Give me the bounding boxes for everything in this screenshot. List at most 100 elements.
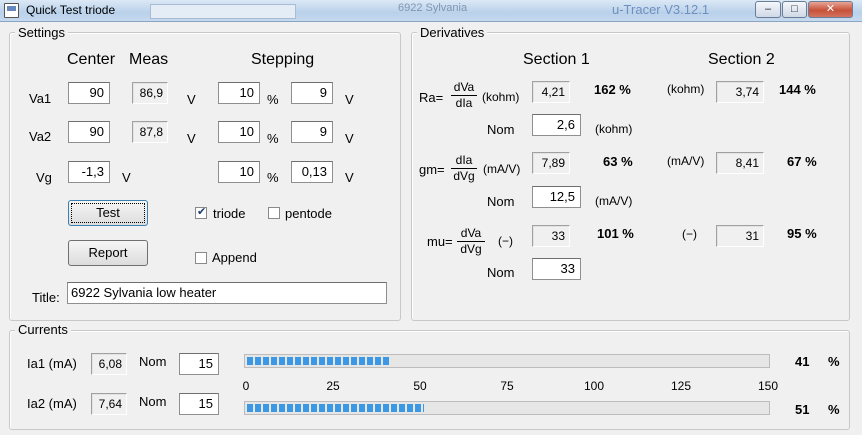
ia2-nom-input[interactable]: 15 xyxy=(179,393,219,415)
append-checkbox[interactable] xyxy=(195,252,207,264)
mu-nom-label: Nom xyxy=(487,265,515,280)
title-label: Title: xyxy=(32,290,60,305)
mu-section2-unit: (−) xyxy=(682,227,697,241)
mu-fraction: dVa dVg xyxy=(457,226,485,257)
ra-section1-readout: 4,21 xyxy=(532,81,570,103)
vg-center-unit: V xyxy=(122,170,131,185)
meas-header: Meas xyxy=(129,51,169,68)
va1-center-input[interactable]: 90 xyxy=(68,82,110,104)
ra-nom-input[interactable]: 2,6 xyxy=(532,114,581,136)
mu-denominator: dVg xyxy=(460,242,482,256)
report-button[interactable]: Report xyxy=(68,240,148,266)
settings-group-title: Settings xyxy=(15,25,68,40)
ia2-progress-bar xyxy=(244,401,770,415)
title-input[interactable]: 6922 Sylvania low heater xyxy=(67,282,387,304)
ra-section2-unit: (kohm) xyxy=(667,82,705,96)
va2-center-input[interactable]: 90 xyxy=(68,121,110,143)
gm-nom-input[interactable]: 12,5 xyxy=(532,186,581,208)
va1-meas-readout: 86,9 xyxy=(132,82,168,104)
ia1-percent: 41 xyxy=(795,354,810,369)
gm-section2-readout: 8,41 xyxy=(716,152,764,174)
gm-denominator: dVg xyxy=(453,169,475,183)
vg-percent-sign: % xyxy=(267,170,279,185)
mu-section1-readout: 33 xyxy=(532,225,570,247)
scale-tick-label: 150 xyxy=(757,379,779,393)
pentode-label: pentode xyxy=(285,206,332,221)
ia1-readout: 6,08 xyxy=(91,353,127,375)
ra-numerator: dVa xyxy=(451,80,477,96)
gm-section2-unit: (mA/V) xyxy=(667,154,705,168)
vg-step-value-input[interactable]: 0,13 xyxy=(291,161,333,183)
va2-percent-sign: % xyxy=(267,131,279,146)
va2-step-unit: V xyxy=(345,131,354,146)
derivatives-group-title: Derivatives xyxy=(417,25,488,40)
mu-nom-input[interactable]: 33 xyxy=(532,258,581,280)
va2-step-value-input[interactable]: 9 xyxy=(291,121,333,143)
currents-group xyxy=(9,330,850,430)
center-header: Center xyxy=(67,51,116,68)
section1-header: Section 1 xyxy=(523,51,590,68)
ia2-label: Ia2 (mA) xyxy=(27,396,77,411)
section2-header: Section 2 xyxy=(708,51,775,68)
ia1-progress-fill xyxy=(247,357,390,365)
scale-tick-label: 25 xyxy=(326,379,340,393)
scale-tick-label: 50 xyxy=(413,379,427,393)
mu-numerator: dVa xyxy=(457,226,485,242)
mu-section2-readout: 31 xyxy=(716,225,764,247)
vg-step-percent-input[interactable]: 10 xyxy=(218,161,260,183)
ia1-nom-label: Nom xyxy=(139,354,167,369)
triode-checkbox[interactable] xyxy=(195,205,207,219)
gm-section1-readout: 7,89 xyxy=(532,152,570,174)
gm-fraction: dIa dVg xyxy=(451,153,477,184)
gm-nom-label: Nom xyxy=(487,194,515,209)
background-window-field xyxy=(150,4,296,19)
va2-meas-unit: V xyxy=(187,131,196,146)
scale-tick-label: 125 xyxy=(670,379,692,393)
ra-fraction: dVa dIa xyxy=(451,80,477,111)
va2-meas-readout: 87,8 xyxy=(132,121,168,143)
ra-denominator: dIa xyxy=(455,96,473,110)
ia1-percent-sign: % xyxy=(828,354,840,369)
va2-label: Va2 xyxy=(29,129,52,144)
ia2-percent: 51 xyxy=(795,402,810,417)
ia1-nom-input[interactable]: 15 xyxy=(179,353,219,375)
minimize-button[interactable]: – xyxy=(755,1,781,18)
window-title: Quick Test triode xyxy=(26,3,116,17)
gm-prefix: gm= xyxy=(419,162,445,177)
ra-nom-unit: (kohm) xyxy=(595,122,633,136)
scale-tick-label: 100 xyxy=(583,379,605,393)
ra-unit: (kohm) xyxy=(482,90,520,104)
ra-section2-percent: 144 % xyxy=(779,82,816,97)
maximize-button[interactable]: □ xyxy=(782,1,807,18)
gm-nom-unit: (mA/V) xyxy=(595,194,633,208)
append-label: Append xyxy=(212,250,257,265)
va1-meas-unit: V xyxy=(187,92,196,107)
ia1-progress-bar xyxy=(244,354,770,368)
close-button[interactable]: ✕ xyxy=(808,1,853,18)
mu-prefix: mu= xyxy=(427,234,453,249)
app-icon xyxy=(4,3,19,18)
mu-section2-percent: 95 % xyxy=(787,226,817,241)
va1-step-value-input[interactable]: 9 xyxy=(291,82,333,104)
va2-step-percent-input[interactable]: 10 xyxy=(218,121,260,143)
test-button[interactable]: Test xyxy=(68,200,148,226)
title-bar[interactable]: Quick Test triode 6922 Sylvania u-Tracer… xyxy=(0,0,862,22)
vg-label: Vg xyxy=(36,170,52,185)
background-window-title: u-Tracer V3.12.1 xyxy=(612,2,710,17)
ia2-progress-fill xyxy=(247,404,424,412)
va1-step-unit: V xyxy=(345,92,354,107)
vg-center-input[interactable]: -1,3 xyxy=(68,161,110,183)
gm-numerator: dIa xyxy=(451,153,477,169)
va1-step-percent-input[interactable]: 10 xyxy=(218,82,260,104)
vg-step-unit: V xyxy=(345,170,354,185)
mu-section1-percent: 101 % xyxy=(597,226,634,241)
stepping-header: Stepping xyxy=(251,51,315,68)
ia2-readout: 7,64 xyxy=(91,393,127,415)
gm-section2-percent: 67 % xyxy=(787,154,817,169)
ra-section2-readout: 3,74 xyxy=(716,81,764,103)
pentode-checkbox[interactable] xyxy=(268,207,280,219)
triode-label: triode xyxy=(213,206,246,221)
gm-section1-percent: 63 % xyxy=(603,154,633,169)
currents-group-title: Currents xyxy=(15,322,71,337)
va1-label: Va1 xyxy=(29,91,52,106)
